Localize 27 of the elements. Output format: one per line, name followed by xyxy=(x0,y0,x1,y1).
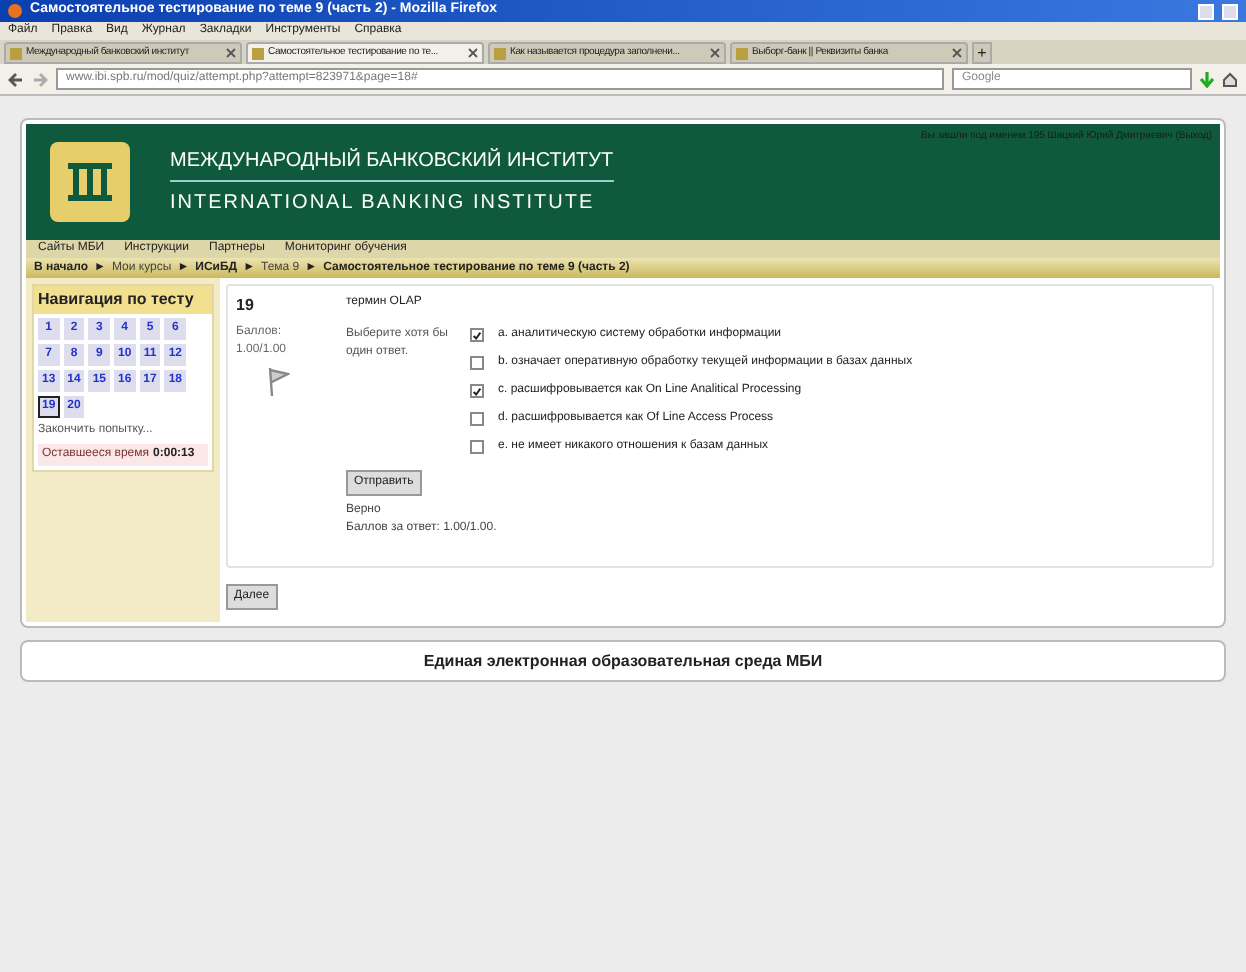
download-icon[interactable] xyxy=(1200,71,1214,87)
page-icon xyxy=(736,47,748,59)
close-icon[interactable] xyxy=(710,48,720,58)
question-number: 19 xyxy=(236,294,256,318)
page-icon xyxy=(252,47,264,59)
page-icon xyxy=(10,47,22,59)
home-icon[interactable] xyxy=(1222,71,1238,87)
checkbox[interactable] xyxy=(470,384,484,398)
checkbox[interactable] xyxy=(470,412,484,426)
institute-name-en: INTERNATIONAL BANKING INSTITUTE xyxy=(170,190,597,218)
checkbox[interactable] xyxy=(470,440,484,454)
maximize-button[interactable] xyxy=(1222,3,1238,19)
browser-icon xyxy=(8,4,22,18)
logo-icon xyxy=(50,142,130,222)
page-icon xyxy=(494,47,506,59)
panel-title: Навигация по тесту xyxy=(34,286,212,314)
footer-text: Единая электронная образовательная среда МБИ xyxy=(423,649,823,673)
institute-name-ru: МЕЖДУНАРОДНЫЙ БАНКОВСКИЙ ИНСТИТУТ xyxy=(170,146,614,182)
close-icon[interactable] xyxy=(226,48,236,58)
flag-icon[interactable] xyxy=(266,366,290,398)
new-tab-button[interactable]: + xyxy=(972,42,992,64)
close-icon[interactable] xyxy=(468,48,478,58)
checkbox[interactable] xyxy=(470,356,484,370)
checkbox[interactable] xyxy=(470,328,484,342)
close-icon[interactable] xyxy=(952,48,962,58)
back-icon[interactable] xyxy=(8,71,24,87)
minimize-button[interactable] xyxy=(1198,3,1214,19)
